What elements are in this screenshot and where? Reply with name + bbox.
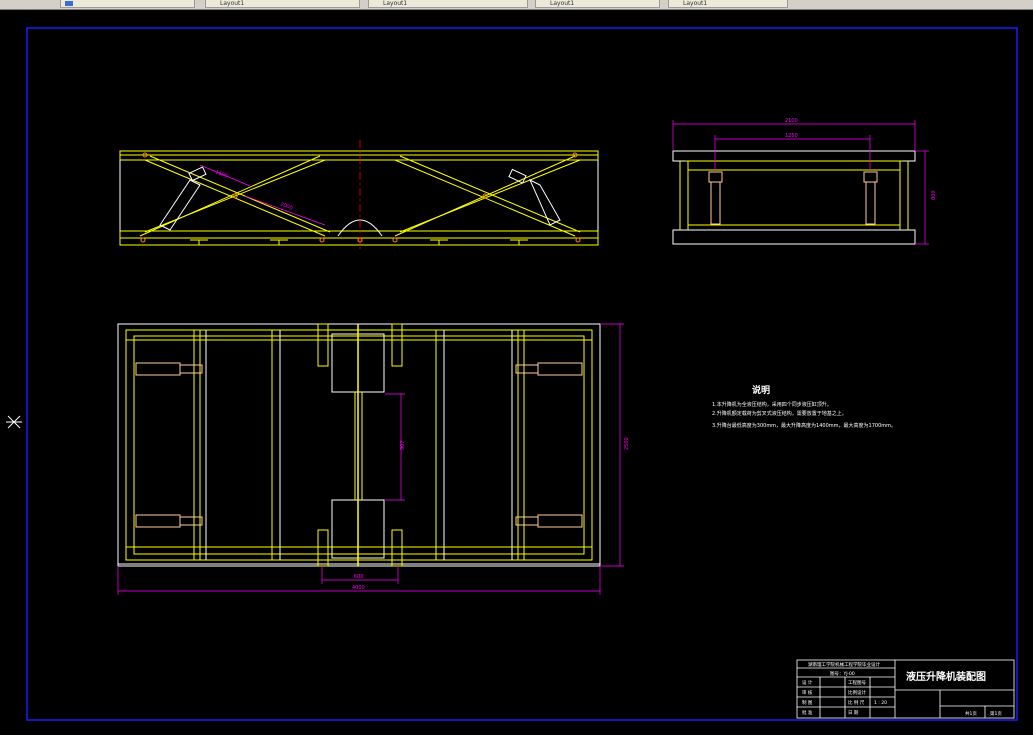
model-icon (65, 1, 73, 6)
sheet-total: 共1页 (965, 710, 977, 717)
front-link-dim-1: 1600 (214, 169, 228, 179)
side-height-dim: 800 (931, 190, 937, 200)
tab-layout-1[interactable]: Layout1 (205, 0, 360, 8)
university-name: 湖南理工学院机械工程学院毕业设计 (808, 661, 880, 668)
row-1-field: 工程图号 (848, 679, 866, 686)
tab-label: Layout1 (683, 0, 708, 7)
row-4-field: 日 期 (848, 710, 859, 716)
plan-view (117, 323, 601, 567)
tab-label: Layout1 (550, 0, 575, 7)
side-view (672, 150, 916, 245)
tab-label: Layout1 (383, 0, 408, 7)
front-view (119, 150, 599, 246)
technical-notes: 说明 1.本升降机为全液压结构，采用四个同步液压缸顶升。 2.升降机额定载荷为剪… (712, 384, 896, 429)
tab-label: Layout1 (220, 0, 245, 7)
front-link-dim-2: 2000 (279, 201, 293, 211)
side-top-width-dim: 2100 (785, 118, 798, 124)
drawing-canvas[interactable]: 1600 2000 2100 1250 800 2500 907 600 400… (0, 9, 1033, 735)
row-4-label: 批 准 (802, 709, 813, 716)
cursor-crosshair-icon (6, 415, 22, 429)
plan-center-gap-dim: 907 (400, 440, 406, 450)
notes-line-2: 2.升降机额定载荷为剪叉式液压结构，需要放置于地基之上。 (712, 410, 847, 417)
tab-layout-3[interactable]: Layout1 (535, 0, 660, 8)
tab-model[interactable] (60, 0, 195, 8)
front-view-dimensions: 1600 2000 (199, 164, 326, 226)
row-2-field: 比例设计 (848, 689, 866, 696)
title-block (796, 659, 1015, 719)
tab-layout-4[interactable]: Layout1 (668, 0, 788, 8)
row-3-label: 制 图 (802, 699, 813, 706)
row-3-field: 比 例 尺 (848, 699, 865, 706)
scale-value: 1 : 20 (874, 700, 887, 706)
notes-line-1: 1.本升降机为全液压结构，采用四个同步液压缸顶升。 (712, 401, 832, 408)
sheet-border (26, 27, 1018, 721)
plan-width-dim: 2500 (624, 437, 630, 450)
row-1-label: 设 计 (802, 679, 813, 686)
sheet-number: 第1页 (990, 710, 1002, 717)
drawing-number: 图号：YJ-00 (830, 671, 855, 677)
plan-center-width-dim: 600 (354, 574, 364, 580)
tab-layout-2[interactable]: Layout1 (368, 0, 528, 8)
notes-title: 说明 (752, 384, 770, 396)
notes-line-3: 3.升降台最低高度为300mm，最大升降高度为1400mm，最大高度为1700m… (712, 422, 896, 429)
plan-length-dim: 4000 (352, 585, 365, 591)
title-block-text: 湖南理工学院机械工程学院毕业设计 图号：YJ-00 液压升降机装配图 设 计 工… (802, 661, 1002, 717)
row-2-label: 审 核 (802, 689, 813, 696)
side-inner-width-dim: 1250 (785, 133, 798, 139)
drawing-title: 液压升降机装配图 (906, 670, 986, 683)
front-view-pins (140, 152, 581, 243)
